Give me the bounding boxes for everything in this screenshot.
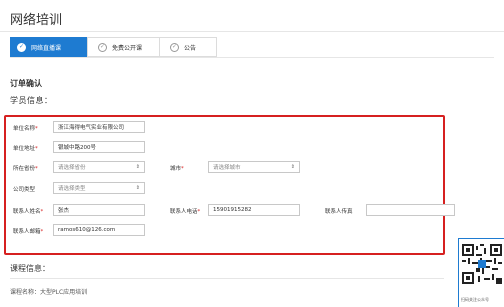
check-circle-icon: ✓ bbox=[17, 42, 26, 52]
qr-caption: 扫码关注公众号 bbox=[461, 297, 489, 302]
tab-label: 公告 bbox=[184, 44, 197, 52]
contact-email-label-text: 联系人邮箱 bbox=[13, 229, 41, 235]
unit-name-field[interactable]: 浙江海得电气实业有限公司 bbox=[53, 121, 145, 133]
tab-free-course[interactable]: ✓ 免费公开课 bbox=[87, 37, 160, 57]
contact-phone-label: 联系人电话* bbox=[170, 207, 200, 215]
select-arrow-icon: ⇕ bbox=[135, 185, 140, 191]
header-divider bbox=[0, 31, 504, 32]
contact-fax-field[interactable] bbox=[366, 204, 455, 216]
student-info-title: 学员信息： bbox=[10, 96, 53, 105]
tab-label: 网络直播课 bbox=[31, 44, 62, 52]
contact-name-field[interactable]: 张杰 bbox=[53, 204, 145, 216]
contact-fax-label: 联系人传真 bbox=[325, 209, 353, 215]
contact-email-field[interactable]: ramos610@126.com bbox=[53, 224, 145, 236]
company-type-select[interactable]: 请选择类型 ⇕ bbox=[53, 182, 145, 194]
order-confirm-title: 订单确认 bbox=[10, 79, 42, 88]
required-mark: * bbox=[35, 146, 38, 152]
contact-name-label-text: 联系人姓名 bbox=[13, 209, 41, 215]
company-type-select-value: 请选择类型 bbox=[58, 186, 86, 192]
tabs-divider bbox=[10, 57, 494, 58]
required-mark: * bbox=[35, 126, 38, 132]
province-select-value: 请选择省份 bbox=[58, 165, 86, 171]
city-label: 城市* bbox=[170, 164, 184, 172]
tab-live-course[interactable]: ✓ 网络直播课 bbox=[10, 37, 88, 57]
city-select-value: 请选择城市 bbox=[213, 165, 241, 171]
course-name-text: 课程名称：大型PLC应用培训 bbox=[10, 289, 88, 296]
contact-name-label: 联系人姓名* bbox=[13, 207, 43, 215]
unit-name-label: 单位名称* bbox=[13, 124, 38, 132]
required-mark: * bbox=[197, 209, 201, 215]
course-info-title: 课程信息： bbox=[10, 264, 50, 273]
unit-address-label: 单位地址* bbox=[13, 144, 38, 152]
required-mark: * bbox=[40, 209, 44, 215]
required-mark: * bbox=[35, 166, 38, 172]
page-title: 网络培训 bbox=[10, 13, 63, 28]
tab-label: 免费公开课 bbox=[112, 44, 143, 52]
unit-address-field[interactable]: 银城中路200号 bbox=[53, 141, 145, 153]
required-mark: * bbox=[40, 229, 44, 235]
check-circle-icon: ✓ bbox=[170, 42, 179, 52]
contact-email-label: 联系人邮箱* bbox=[13, 227, 43, 235]
check-circle-icon: ✓ bbox=[98, 42, 107, 52]
unit-address-label-text: 单位地址 bbox=[13, 146, 36, 152]
city-label-text: 城市 bbox=[170, 166, 182, 172]
province-label: 所在省份* bbox=[13, 164, 38, 172]
select-arrow-icon: ⇕ bbox=[290, 164, 295, 170]
step-tabs: ✓ 网络直播课 ✓ 免费公开课 ✓ 公告 bbox=[10, 37, 217, 57]
contact-phone-field[interactable]: 15901915282 bbox=[208, 204, 300, 216]
contact-phone-label-text: 联系人电话 bbox=[170, 209, 198, 215]
qr-widget[interactable]: 扫码关注公众号 bbox=[458, 238, 504, 307]
province-label-text: 所在省份 bbox=[13, 166, 36, 172]
tab-announcement[interactable]: ✓ 公告 bbox=[159, 37, 217, 57]
required-mark: * bbox=[181, 166, 184, 172]
qr-code-icon bbox=[462, 244, 502, 284]
course-divider bbox=[10, 278, 444, 279]
company-type-label: 公司类型 bbox=[13, 187, 36, 193]
select-arrow-icon: ⇕ bbox=[135, 164, 140, 170]
unit-name-label-text: 单位名称 bbox=[13, 126, 36, 132]
city-select[interactable]: 请选择城市 ⇕ bbox=[208, 161, 300, 173]
province-select[interactable]: 请选择省份 ⇕ bbox=[53, 161, 145, 173]
